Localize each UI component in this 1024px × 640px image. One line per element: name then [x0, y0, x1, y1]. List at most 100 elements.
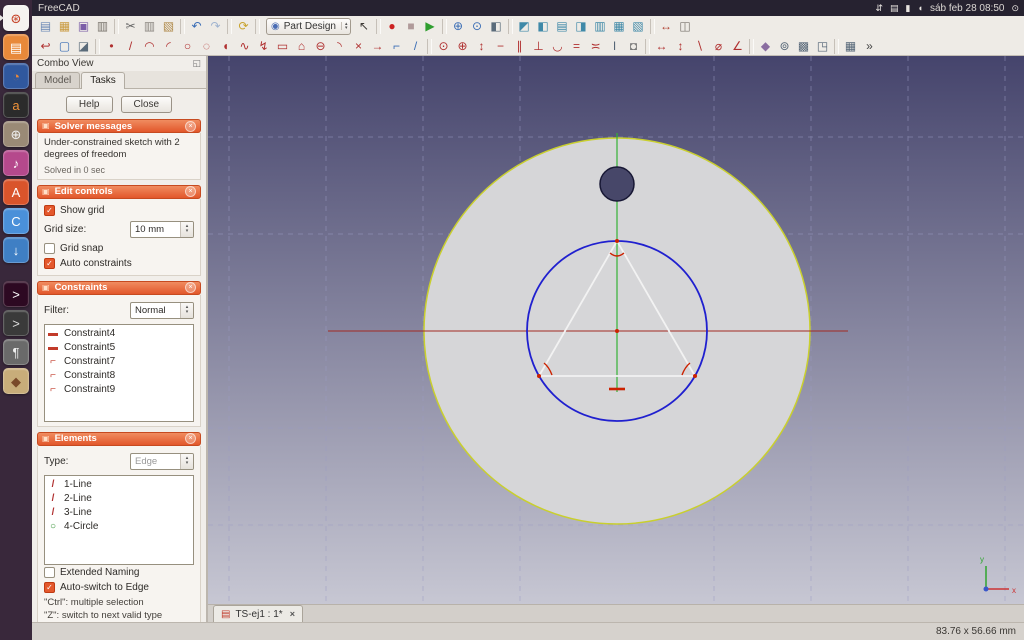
launcher-downloads[interactable]: ↓ [3, 237, 29, 263]
power-icon[interactable]: ⊙ [1011, 4, 1019, 13]
indicator-sound-icon[interactable]: ◖ [918, 4, 923, 13]
constrain-equal-icon[interactable]: = [567, 37, 586, 55]
refresh-icon[interactable]: ⟳ [234, 17, 253, 35]
constraints-filter-select[interactable]: Normal ▴ ▾ [130, 302, 194, 319]
indicator-battery-icon[interactable]: ▮ [906, 4, 911, 13]
constrain-lock-icon[interactable]: ◘ [624, 37, 643, 55]
close-button[interactable]: Close [121, 96, 173, 113]
edit-controls-header[interactable]: ▣ Edit controls × [37, 185, 201, 199]
workbench-dropdown-arrows[interactable]: ▴ ▾ [341, 22, 348, 30]
create-polygon-icon[interactable]: ⌂ [292, 37, 311, 55]
spinner-buttons[interactable]: ▴ ▾ [180, 222, 193, 237]
grid-snap-checkbox[interactable]: Grid snap [44, 241, 194, 256]
constrain-horizontal-icon[interactable]: − [491, 37, 510, 55]
view-sketch-plane-icon[interactable]: ▢ [55, 37, 74, 55]
toolbar-icon[interactable] [376, 19, 381, 34]
constrain-angle-icon[interactable]: ∠ [728, 37, 747, 55]
create-circle-icon[interactable]: ○ [178, 37, 197, 55]
undo-icon[interactable]: ↶ [187, 17, 206, 35]
tab-model[interactable]: Model [35, 72, 80, 88]
constrain-radius-icon[interactable]: ⌀ [709, 37, 728, 55]
dropdown-arrows[interactable]: ▴ ▾ [180, 454, 193, 469]
create-fillet-icon[interactable]: ◝ [330, 37, 349, 55]
whats-this-icon[interactable]: ↖ [355, 17, 374, 35]
create-rectangle-icon[interactable]: ▭ [273, 37, 292, 55]
new-document-icon[interactable]: ▤ [36, 17, 55, 35]
create-polyline-icon[interactable]: ↯ [254, 37, 273, 55]
sketch-canvas[interactable]: x y [208, 56, 1024, 604]
save-document-icon[interactable]: ▣ [74, 17, 93, 35]
toolbar-icon[interactable] [95, 39, 100, 54]
toolbar-icon[interactable] [834, 39, 839, 54]
grid-size-input[interactable]: 10 mm ▴ ▾ [130, 221, 194, 238]
leave-sketch-icon[interactable]: ↩ [36, 37, 55, 55]
toolbar-icon[interactable] [645, 39, 650, 54]
toggle-driving-constraint-icon[interactable]: ◆ [756, 37, 775, 55]
redo-icon[interactable]: ↷ [206, 17, 225, 35]
create-line-icon[interactable]: / [121, 37, 140, 55]
auto-constraints-checkbox[interactable]: ✓ Auto constraints [44, 256, 194, 271]
launcher-item[interactable] [3, 266, 29, 278]
section-close-icon[interactable]: × [185, 121, 196, 132]
constraint-item[interactable]: ⌐ Constraint9 [47, 383, 191, 397]
launcher-software-center[interactable]: A [3, 179, 29, 205]
trim-edge-icon[interactable]: × [349, 37, 368, 55]
constraint-item[interactable]: ⌐ Constraint8 [47, 369, 191, 383]
constrain-distance-y-icon[interactable]: ↕ [671, 37, 690, 55]
constraint-item[interactable]: ⌐ Constraint7 [47, 355, 191, 369]
element-item[interactable]: / 1-Line [47, 478, 191, 492]
constrain-tangent-icon[interactable]: ◡ [548, 37, 567, 55]
toolbar-icon[interactable] [442, 19, 447, 34]
help-button[interactable]: Help [66, 96, 113, 113]
view-bottom-icon[interactable]: ▦ [610, 17, 629, 35]
elements-list[interactable]: / 1-Line / 2-Line / 3-Line [44, 475, 194, 565]
indicator-keyboard-icon[interactable]: ⇵ [875, 4, 883, 13]
measure-distance-icon[interactable]: ↔ [657, 17, 676, 35]
toolbar-icon[interactable] [180, 19, 185, 34]
draw-style-icon[interactable]: ◧ [487, 17, 506, 35]
copy-icon[interactable]: ▥ [140, 17, 159, 35]
hole-circle[interactable] [600, 167, 634, 201]
toolbar-icon[interactable] [114, 19, 119, 34]
elements-header[interactable]: ▣ Elements × [37, 432, 201, 446]
document-tab[interactable]: ▤ TS-ej1 : 1* × [213, 605, 303, 622]
section-close-icon[interactable]: × [185, 282, 196, 293]
create-arc-3pt-icon[interactable]: ◜ [159, 37, 178, 55]
constrain-point-on-object-icon[interactable]: ⊕ [453, 37, 472, 55]
appearance-icon[interactable]: ◫ [676, 17, 695, 35]
toolbar-overflow-icon[interactable]: » [860, 37, 879, 55]
solver-messages-header[interactable]: ▣ Solver messages × [37, 119, 201, 133]
cut-icon[interactable]: ✂ [121, 17, 140, 35]
constrain-perpendicular-icon[interactable]: ⊥ [529, 37, 548, 55]
tab-tasks[interactable]: Tasks [81, 72, 125, 89]
launcher-amazon[interactable]: a [3, 92, 29, 118]
launcher-terminal-root[interactable]: > [3, 310, 29, 336]
view-top-icon[interactable]: ▤ [553, 17, 572, 35]
launcher-freecad[interactable]: ⊛ [3, 5, 29, 31]
launcher-system-settings[interactable]: ⊕ [3, 121, 29, 147]
zoom-fit-icon[interactable]: ⊕ [449, 17, 468, 35]
toolbar-icon[interactable] [749, 39, 754, 54]
launcher-files[interactable]: ▤ [3, 34, 29, 60]
toolbar-icon[interactable] [427, 39, 432, 54]
section-close-icon[interactable]: × [185, 433, 196, 444]
constraints-header[interactable]: ▣ Constraints × [37, 281, 201, 295]
launcher-terminal[interactable]: > [3, 281, 29, 307]
macro-play-icon[interactable]: ▶ [421, 17, 440, 35]
clock[interactable]: sáb feb 28 08:50 [930, 3, 1005, 14]
view-left-icon[interactable]: ▧ [629, 17, 648, 35]
create-conic-icon[interactable]: ◖ [216, 37, 235, 55]
view-axonometric-icon[interactable]: ◩ [515, 17, 534, 35]
open-document-icon[interactable]: ▦ [55, 17, 74, 35]
create-slot-icon[interactable]: ⊖ [311, 37, 330, 55]
toolbar-icon[interactable] [508, 19, 513, 34]
launcher-chromium[interactable]: C [3, 208, 29, 234]
constrain-coincident-icon[interactable]: ⊙ [434, 37, 453, 55]
launcher-firefox[interactable]: ◔ [3, 63, 29, 89]
toolbar-icon[interactable] [227, 19, 232, 34]
print-icon[interactable]: ▥ [93, 17, 112, 35]
section-close-icon[interactable]: × [185, 186, 196, 197]
select-constraints-icon[interactable]: ▩ [794, 37, 813, 55]
zoom-selection-icon[interactable]: ⊙ [468, 17, 487, 35]
extended-naming-checkbox[interactable]: Extended Naming [44, 565, 194, 580]
